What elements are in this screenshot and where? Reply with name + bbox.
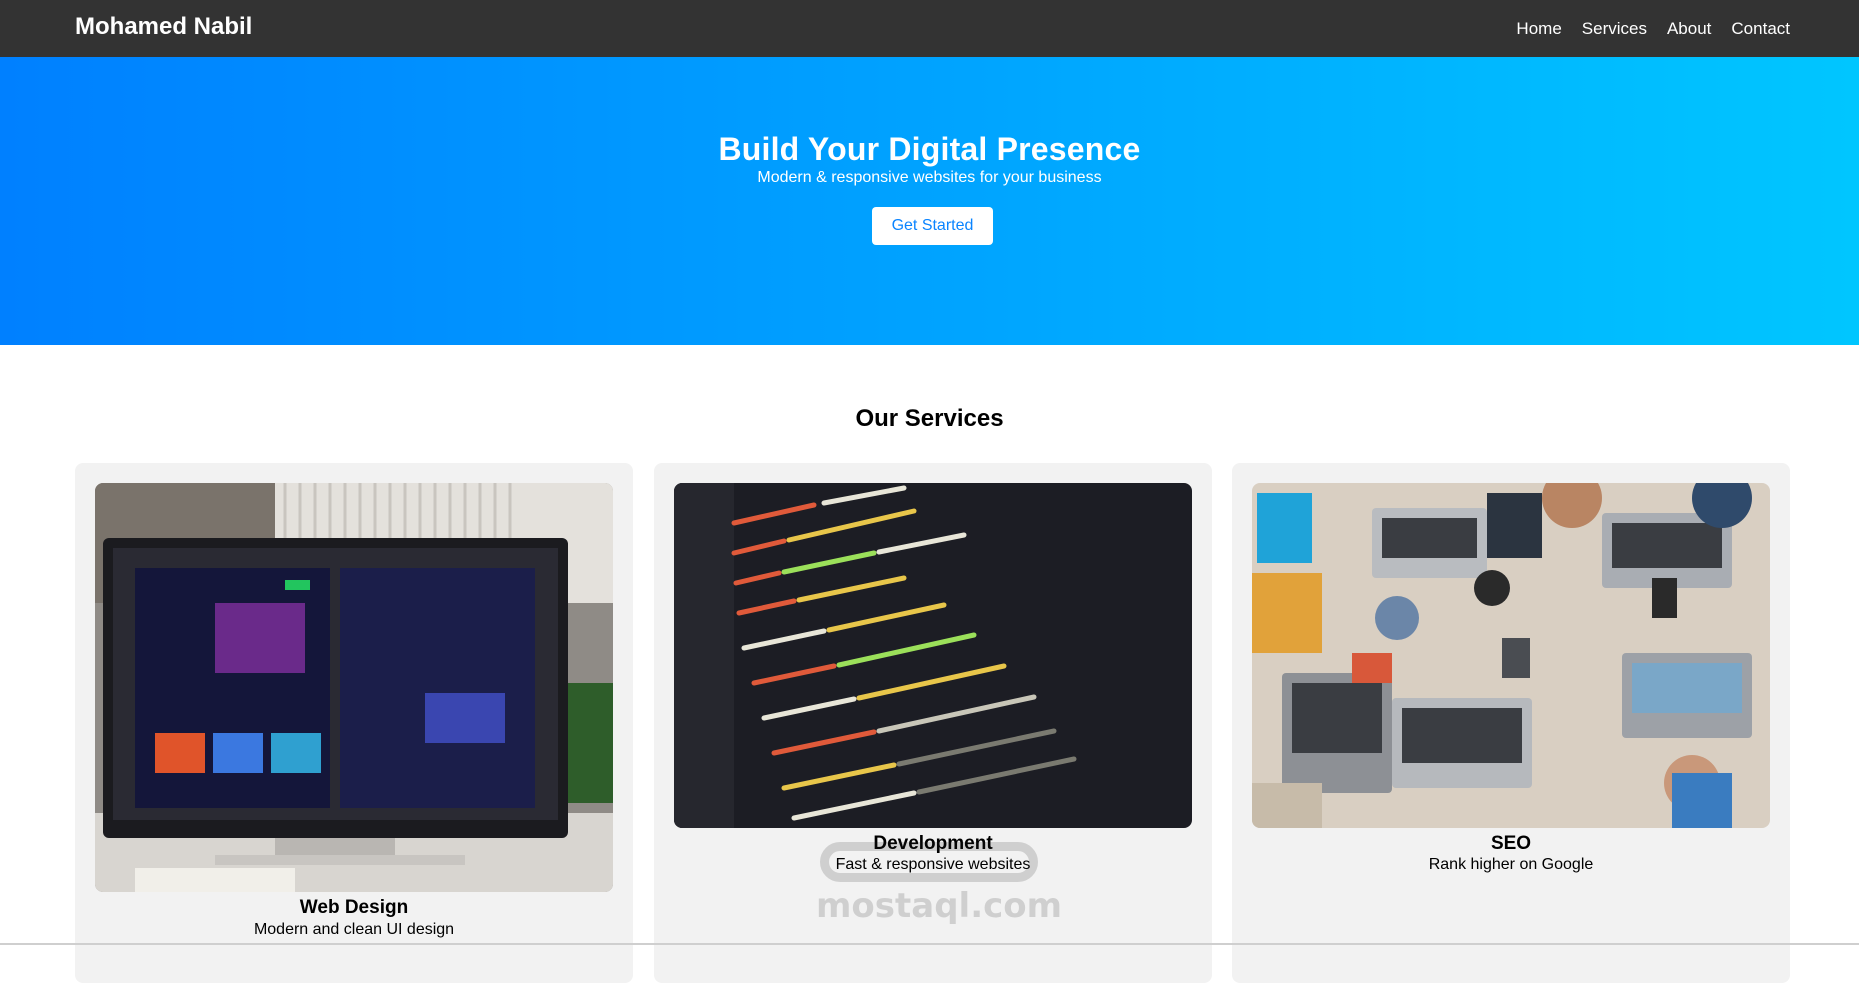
main-nav: Home Services About Contact — [1516, 0, 1790, 57]
service-card-seo: SEO Rank higher on Google — [1232, 463, 1790, 983]
hero-subtitle: Modern & responsive websites for your bu… — [757, 169, 1102, 186]
nav-link-about[interactable]: About — [1667, 19, 1711, 39]
card-title: Development — [873, 833, 993, 854]
nav-link-contact[interactable]: Contact — [1731, 19, 1790, 39]
card-description: Fast & responsive websites — [835, 856, 1031, 873]
card-title: Web Design — [299, 897, 409, 918]
service-card-web-design: Web Design Modern and clean UI design — [75, 463, 633, 983]
card-description: Rank higher on Google — [1428, 856, 1594, 873]
card-description: Modern and clean UI design — [253, 921, 455, 938]
team-laptops-desk-photo — [1252, 483, 1770, 828]
hero-title: Build Your Digital Presence — [718, 131, 1141, 167]
nav-link-home[interactable]: Home — [1516, 19, 1561, 39]
hero-section: Build Your Digital Presence Modern & res… — [0, 57, 1859, 345]
services-heading: Our Services — [855, 405, 1004, 432]
card-title: SEO — [1490, 833, 1532, 854]
get-started-button[interactable]: Get Started — [872, 207, 993, 245]
service-card-development: Development Fast & responsive websites — [654, 463, 1212, 983]
brand-logo[interactable]: Mohamed Nabil — [75, 13, 252, 41]
monitor-design-photo — [95, 483, 613, 892]
code-screen-photo — [674, 483, 1192, 828]
navbar: Mohamed Nabil Home Services About Contac… — [0, 0, 1859, 57]
nav-link-services[interactable]: Services — [1582, 19, 1647, 39]
